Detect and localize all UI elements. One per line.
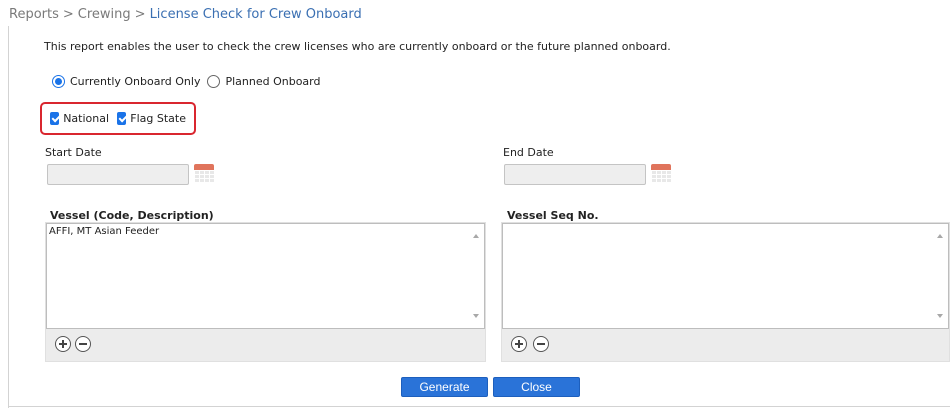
flag-state-label[interactable]: Flag State [130, 112, 186, 125]
end-date-calendar-icon[interactable] [651, 164, 671, 183]
onboard-filter-group: Currently Onboard Only Planned Onboard [52, 75, 327, 88]
breadcrumb: Reports > Crewing > License Check for Crew O… [9, 7, 362, 22]
close-button[interactable]: Close [493, 377, 580, 397]
breadcrumb-item-crewing[interactable]: Crewing [78, 7, 131, 22]
scroll-down-arrow-icon[interactable] [473, 314, 479, 318]
vessel-list-title: Vessel (Code, Description) [50, 209, 214, 222]
license-type-group: National Flag State [40, 102, 196, 135]
scroll-up-arrow-icon[interactable] [937, 234, 943, 238]
vessel-seq-list-panel [501, 222, 950, 362]
content-border-left [8, 26, 9, 408]
add-vessel-button[interactable] [55, 336, 71, 352]
vessel-list[interactable]: AFFI, MT Asian Feeder [46, 223, 485, 329]
add-vessel-seq-button[interactable] [511, 336, 527, 352]
currently-onboard-radio[interactable] [52, 75, 65, 88]
breadcrumb-current-page: License Check for Crew Onboard [149, 7, 362, 22]
currently-onboard-label[interactable]: Currently Onboard Only [70, 75, 200, 88]
report-description: This report enables the user to check th… [44, 40, 671, 53]
vessel-list-item[interactable]: AFFI, MT Asian Feeder [49, 226, 159, 237]
planned-onboard-radio[interactable] [207, 75, 221, 88]
planned-onboard-label[interactable]: Planned Onboard [225, 75, 320, 88]
national-checkbox[interactable] [50, 112, 60, 125]
generate-button[interactable]: Generate [401, 377, 488, 397]
vessel-seq-list-title: Vessel Seq No. [507, 209, 599, 222]
content-border-bottom [8, 406, 950, 407]
national-label[interactable]: National [63, 112, 109, 125]
breadcrumb-separator: > [134, 7, 146, 22]
scroll-down-arrow-icon[interactable] [937, 314, 943, 318]
scroll-up-arrow-icon[interactable] [473, 234, 479, 238]
flag-state-checkbox[interactable] [117, 112, 127, 125]
remove-vessel-seq-button[interactable] [533, 336, 549, 352]
vessel-seq-list[interactable] [502, 223, 949, 329]
end-date-label: End Date [503, 146, 554, 159]
end-date-input[interactable] [504, 164, 646, 185]
start-date-calendar-icon[interactable] [194, 164, 214, 183]
breadcrumb-separator: > [62, 7, 74, 22]
start-date-label: Start Date [45, 146, 102, 159]
vessel-list-panel: AFFI, MT Asian Feeder [45, 222, 486, 362]
start-date-input[interactable] [47, 164, 189, 185]
remove-vessel-button[interactable] [75, 336, 91, 352]
breadcrumb-item-reports[interactable]: Reports [9, 7, 59, 22]
